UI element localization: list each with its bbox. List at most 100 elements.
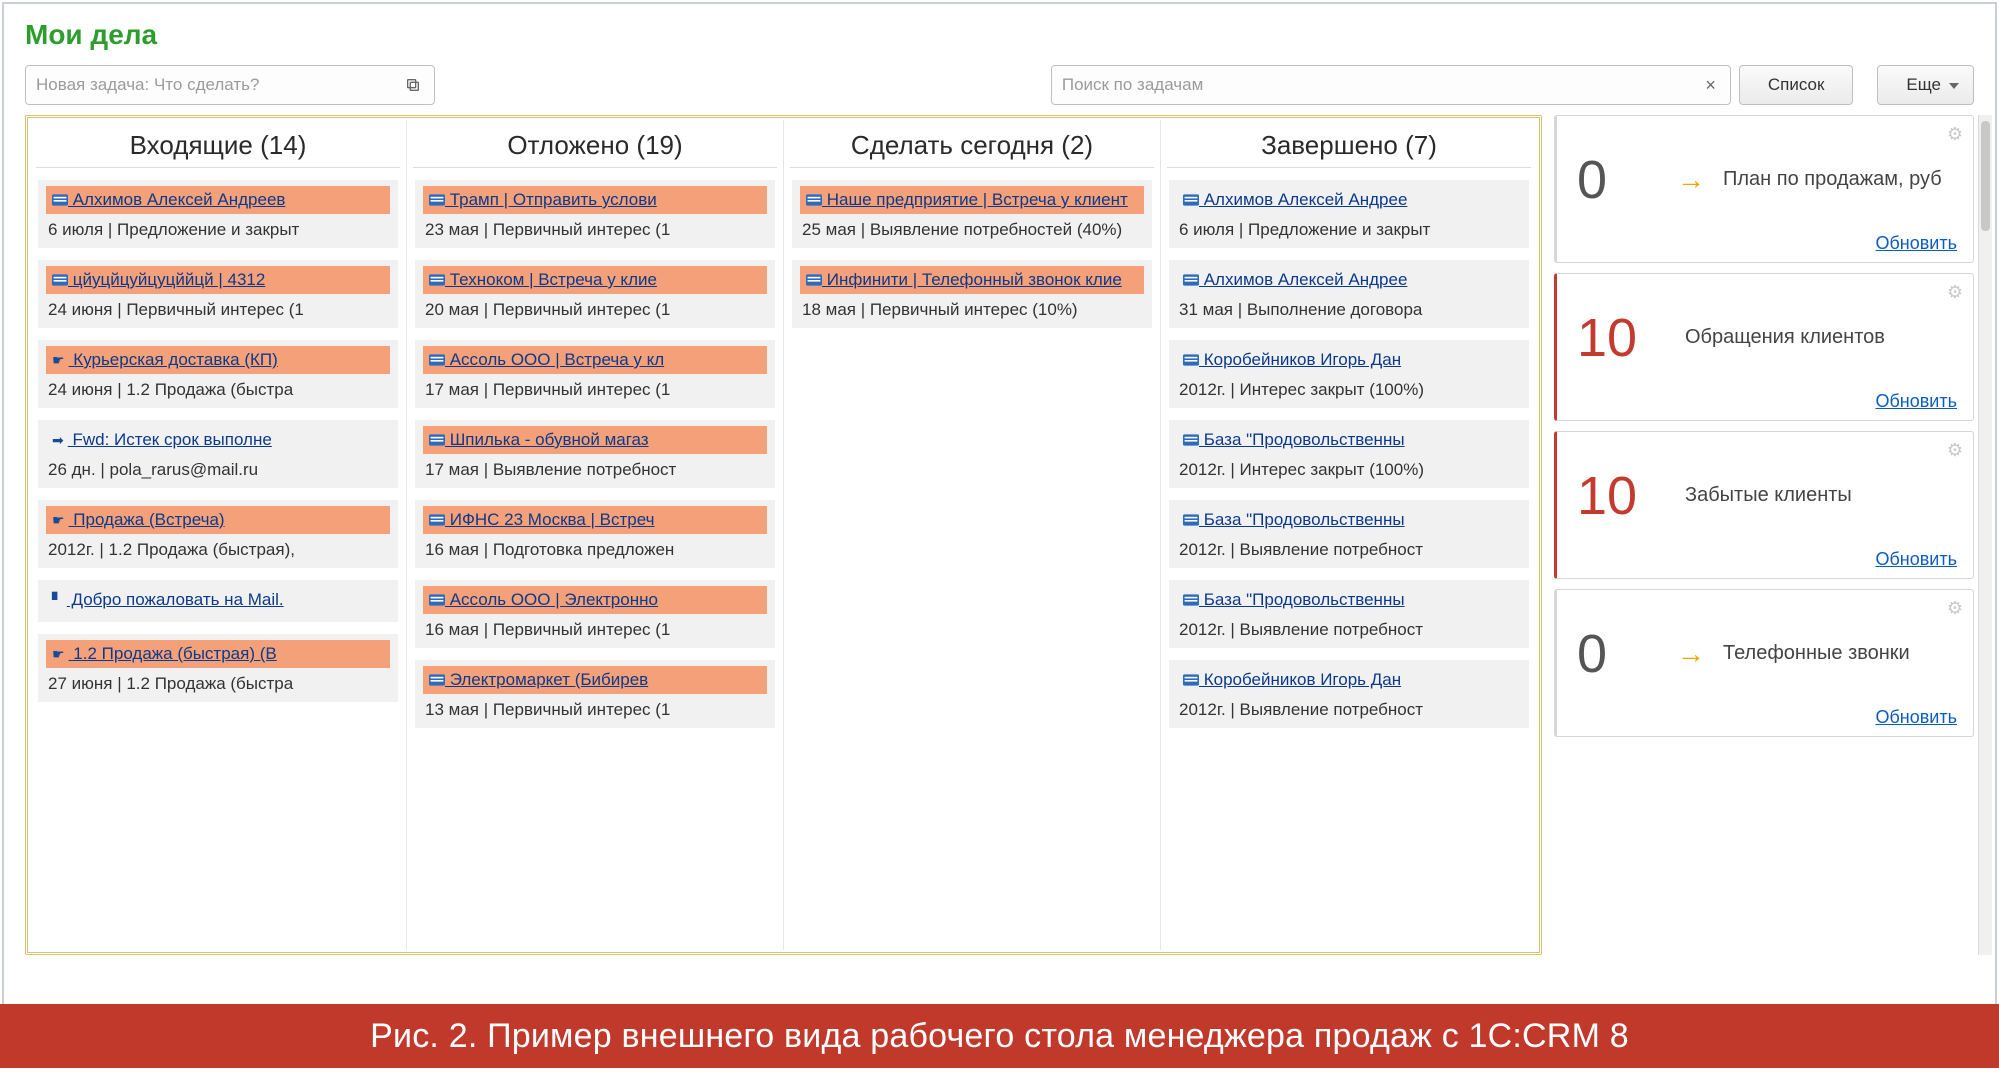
- column-header: Завершено (7): [1167, 120, 1531, 168]
- task-card-subtitle: 31 мая | Выполнение договора: [1177, 294, 1521, 320]
- task-card-title[interactable]: База "Продовольственны: [1177, 586, 1521, 614]
- kanban-board: Входящие (14) Алхимов Алексей Андреев6 и…: [30, 120, 1537, 950]
- task-card-title[interactable]: База "Продовольственны: [1177, 426, 1521, 454]
- task-card-title[interactable]: Ассоль ООО | Встреча у кл: [423, 346, 767, 374]
- task-card-title[interactable]: ▘ Добро пожаловать на Mail.: [46, 586, 390, 614]
- sidebar: ⚙0→План по продажам, рубОбновить⚙10Обращ…: [1554, 115, 1974, 955]
- task-card-title[interactable]: цйуцйцуйцуцййцй | 4312: [46, 266, 390, 294]
- task-card-subtitle: 2012г. | 1.2 Продажа (быстрая),: [46, 534, 390, 560]
- task-card[interactable]: Инфинити | Телефонный звонок клие18 мая …: [792, 260, 1152, 328]
- task-card-title[interactable]: Наше предприятие | Встреча у клиент: [800, 186, 1144, 214]
- task-card[interactable]: ИФНС 23 Москва | Встреч16 мая | Подготов…: [415, 500, 775, 568]
- metric-value: 10: [1577, 307, 1667, 369]
- search-placeholder: Поиск по задачам: [1062, 75, 1203, 95]
- metric-label: Телефонные звонки: [1723, 641, 1910, 666]
- task-card-title[interactable]: Шпилька - обувной магаз: [423, 426, 767, 454]
- metric-value: 10: [1577, 465, 1667, 527]
- task-card[interactable]: Алхимов Алексей Андрее31 мая | Выполнени…: [1169, 260, 1529, 328]
- task-card-title[interactable]: ➡ Fwd: Истек срок выполне: [46, 426, 390, 454]
- task-card[interactable]: Наше предприятие | Встреча у клиент25 ма…: [792, 180, 1152, 248]
- task-card-subtitle: 20 мая | Первичный интерес (1: [423, 294, 767, 320]
- column-header: Сделать сегодня (2): [790, 120, 1154, 168]
- task-card[interactable]: ➡ Fwd: Истек срок выполне26 дн. | pola_r…: [38, 420, 398, 488]
- task-card[interactable]: ☛ Курьерская доставка (КП)24 июня | 1.2 …: [38, 340, 398, 408]
- metric-value: 0: [1577, 149, 1667, 211]
- task-card[interactable]: База "Продовольственны2012г. | Интерес з…: [1169, 420, 1529, 488]
- task-card-title[interactable]: Электромаркет (Бибирев: [423, 666, 767, 694]
- refresh-link[interactable]: Обновить: [1577, 545, 1959, 572]
- task-card-subtitle: 16 мая | Первичный интерес (1: [423, 614, 767, 640]
- metric-panel: ⚙10Забытые клиентыОбновить: [1554, 431, 1974, 579]
- task-card-title[interactable]: База "Продовольственны: [1177, 506, 1521, 534]
- copy-icon[interactable]: [400, 72, 426, 98]
- task-card-subtitle: 17 мая | Выявление потребност: [423, 454, 767, 480]
- chevron-down-icon: [1949, 83, 1959, 89]
- task-card-title[interactable]: Трамп | Отправить услови: [423, 186, 767, 214]
- main-split: Входящие (14) Алхимов Алексей Андреев6 и…: [25, 115, 1974, 955]
- task-card[interactable]: Электромаркет (Бибирев13 мая | Первичный…: [415, 660, 775, 728]
- task-card[interactable]: Ассоль ООО | Встреча у кл17 мая | Первич…: [415, 340, 775, 408]
- scrollbar[interactable]: [1978, 115, 1992, 955]
- task-card[interactable]: Шпилька - обувной магаз17 мая | Выявлени…: [415, 420, 775, 488]
- clear-icon[interactable]: ×: [1699, 75, 1722, 96]
- task-card-subtitle: 6 июля | Предложение и закрыт: [46, 214, 390, 240]
- task-card-subtitle: 24 июня | Первичный интерес (1: [46, 294, 390, 320]
- page-title: Мои дела: [25, 19, 1974, 51]
- task-card-subtitle: 2012г. | Интерес закрыт (100%): [1177, 454, 1521, 480]
- task-card-subtitle: 2012г. | Выявление потребност: [1177, 534, 1521, 560]
- toolbar: Новая задача: Что сделать? Поиск по зада…: [25, 65, 1974, 105]
- task-card-subtitle: 13 мая | Первичный интерес (1: [423, 694, 767, 720]
- task-card[interactable]: ☛ Продажа (Встреча)2012г. | 1.2 Продажа …: [38, 500, 398, 568]
- refresh-link[interactable]: Обновить: [1577, 387, 1959, 414]
- task-card[interactable]: Техноком | Встреча у клие20 мая | Первич…: [415, 260, 775, 328]
- gear-icon[interactable]: ⚙: [1947, 440, 1963, 461]
- column-header: Отложено (19): [413, 120, 777, 168]
- task-card[interactable]: База "Продовольственны2012г. | Выявление…: [1169, 580, 1529, 648]
- new-task-input[interactable]: Новая задача: Что сделать?: [25, 65, 435, 105]
- task-card[interactable]: Алхимов Алексей Андреев6 июля | Предложе…: [38, 180, 398, 248]
- task-card[interactable]: База "Продовольственны2012г. | Выявление…: [1169, 500, 1529, 568]
- task-card-subtitle: 2012г. | Интерес закрыт (100%): [1177, 374, 1521, 400]
- refresh-link[interactable]: Обновить: [1577, 229, 1959, 256]
- task-card-subtitle: 25 мая | Выявление потребностей (40%): [800, 214, 1144, 240]
- scroll-thumb[interactable]: [1981, 121, 1990, 231]
- task-card-title[interactable]: Коробейников Игорь Дан: [1177, 346, 1521, 374]
- task-card[interactable]: ▘ Добро пожаловать на Mail.: [38, 580, 398, 622]
- task-card-title[interactable]: ☛ Курьерская доставка (КП): [46, 346, 390, 374]
- task-card-title[interactable]: ☛ Продажа (Встреча): [46, 506, 390, 534]
- refresh-link[interactable]: Обновить: [1577, 703, 1959, 730]
- task-card-title[interactable]: ИФНС 23 Москва | Встреч: [423, 506, 767, 534]
- task-card-subtitle: 24 июня | 1.2 Продажа (быстра: [46, 374, 390, 400]
- search-input[interactable]: Поиск по задачам ×: [1051, 65, 1731, 105]
- task-card-title[interactable]: Инфинити | Телефонный звонок клие: [800, 266, 1144, 294]
- list-button[interactable]: Список: [1739, 65, 1854, 105]
- task-card[interactable]: Коробейников Игорь Дан2012г. | Интерес з…: [1169, 340, 1529, 408]
- app-frame: Мои дела Новая задача: Что сделать? Поис…: [4, 4, 1995, 1004]
- task-card-title[interactable]: Алхимов Алексей Андреев: [46, 186, 390, 214]
- gear-icon[interactable]: ⚙: [1947, 598, 1963, 619]
- task-card[interactable]: ☛ 1.2 Продажа (быстрая) (В27 июня | 1.2 …: [38, 634, 398, 702]
- task-card[interactable]: Коробейников Игорь Дан2012г. | Выявление…: [1169, 660, 1529, 728]
- arrow-right-icon: →: [1677, 164, 1705, 196]
- task-card-title[interactable]: ☛ 1.2 Продажа (быстрая) (В: [46, 640, 390, 668]
- figure-caption: Рис. 2. Пример внешнего вида рабочего ст…: [0, 1004, 1999, 1068]
- task-card[interactable]: Ассоль ООО | Электронно16 мая | Первичны…: [415, 580, 775, 648]
- gear-icon[interactable]: ⚙: [1947, 124, 1963, 145]
- gear-icon[interactable]: ⚙: [1947, 282, 1963, 303]
- task-card-title[interactable]: Техноком | Встреча у клие: [423, 266, 767, 294]
- kanban-column: Отложено (19) Трамп | Отправить услови23…: [407, 120, 784, 950]
- task-card-subtitle: 2012г. | Выявление потребност: [1177, 694, 1521, 720]
- task-card[interactable]: цйуцйцуйцуцййцй | 431224 июня | Первичны…: [38, 260, 398, 328]
- more-button[interactable]: Еще: [1877, 65, 1974, 105]
- task-card[interactable]: Алхимов Алексей Андрее6 июля | Предложен…: [1169, 180, 1529, 248]
- task-card-subtitle: 26 дн. | pola_rarus@mail.ru: [46, 454, 390, 480]
- task-card-title[interactable]: Алхимов Алексей Андрее: [1177, 186, 1521, 214]
- task-card-title[interactable]: Ассоль ООО | Электронно: [423, 586, 767, 614]
- task-card-subtitle: 23 мая | Первичный интерес (1: [423, 214, 767, 240]
- task-card[interactable]: Трамп | Отправить услови23 мая | Первичн…: [415, 180, 775, 248]
- task-card-title[interactable]: Коробейников Игорь Дан: [1177, 666, 1521, 694]
- metric-label: Обращения клиентов: [1685, 325, 1885, 350]
- column-header: Входящие (14): [36, 120, 400, 168]
- task-card-subtitle: 16 мая | Подготовка предложен: [423, 534, 767, 560]
- task-card-title[interactable]: Алхимов Алексей Андрее: [1177, 266, 1521, 294]
